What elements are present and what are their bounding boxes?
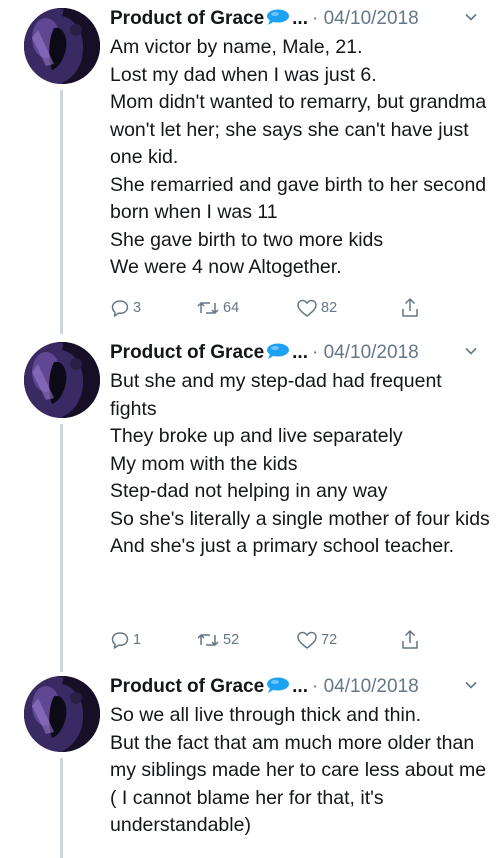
share-icon <box>402 630 418 649</box>
tweet-text: So we all live through thick and thin. B… <box>110 704 487 836</box>
tweet[interactable]: Product of Grace... · 04/10/2018 So we al… <box>0 668 498 858</box>
author-name[interactable]: Product of Grace <box>110 342 264 363</box>
name-ellipsis: ... <box>292 676 308 697</box>
thread-line <box>60 758 63 858</box>
share-button[interactable] <box>400 626 420 654</box>
tweet-actions: 1 52 72 <box>110 626 440 654</box>
tweet[interactable]: Product of Grace... · 04/10/2018 But she … <box>0 334 498 672</box>
like-count: 82 <box>321 300 338 316</box>
retweet-button[interactable]: 52 <box>196 626 239 654</box>
avatar[interactable] <box>24 8 100 84</box>
thread-line <box>60 90 63 334</box>
like-icon <box>297 299 317 317</box>
tweet-text: Am victor by name, Male, 21. Lost my dad… <box>110 36 487 278</box>
tweet[interactable]: Product of Grace... · 04/10/2018 Am victo… <box>0 0 498 334</box>
like-button[interactable]: 72 <box>296 626 337 654</box>
thread-line <box>60 424 63 672</box>
tweet-date[interactable]: · 04/10/2018 <box>312 676 419 697</box>
tweet-date[interactable]: · 04/10/2018 <box>312 8 419 29</box>
share-button[interactable] <box>400 294 420 322</box>
chevron-down-icon[interactable] <box>464 10 478 29</box>
author-name[interactable]: Product of Grace <box>110 676 264 697</box>
retweet-count: 52 <box>223 632 240 648</box>
speech-bubble-emoji <box>266 677 290 698</box>
retweet-icon <box>197 634 219 646</box>
tweet-header: Product of Grace... · 04/10/2018 <box>110 338 490 368</box>
retweet-count: 64 <box>223 300 240 316</box>
tweet-text: But she and my step-dad had frequent fig… <box>110 370 490 557</box>
retweet-icon <box>197 302 219 314</box>
speech-bubble-emoji <box>266 343 290 364</box>
name-ellipsis: ... <box>292 342 308 363</box>
chevron-down-icon[interactable] <box>464 344 478 363</box>
reply-icon <box>111 632 129 649</box>
reply-count: 3 <box>133 300 142 316</box>
like-count: 72 <box>321 632 338 648</box>
reply-button[interactable]: 3 <box>110 294 141 322</box>
retweet-button[interactable]: 64 <box>196 294 239 322</box>
tweet-header: Product of Grace... · 04/10/2018 <box>110 4 490 34</box>
like-icon <box>297 631 317 649</box>
speech-bubble-emoji <box>266 9 290 30</box>
chevron-down-icon[interactable] <box>464 678 478 697</box>
reply-count: 1 <box>133 632 142 648</box>
tweet-header: Product of Grace... · 04/10/2018 <box>110 672 490 702</box>
avatar[interactable] <box>24 676 100 752</box>
author-name[interactable]: Product of Grace <box>110 8 264 29</box>
reply-icon <box>111 300 129 317</box>
avatar[interactable] <box>24 342 100 418</box>
share-icon <box>402 298 418 317</box>
name-ellipsis: ... <box>292 8 308 29</box>
reply-button[interactable]: 1 <box>110 626 141 654</box>
tweet-date[interactable]: · 04/10/2018 <box>312 342 419 363</box>
tweet-actions: 3 64 82 <box>110 294 440 322</box>
like-button[interactable]: 82 <box>296 294 337 322</box>
